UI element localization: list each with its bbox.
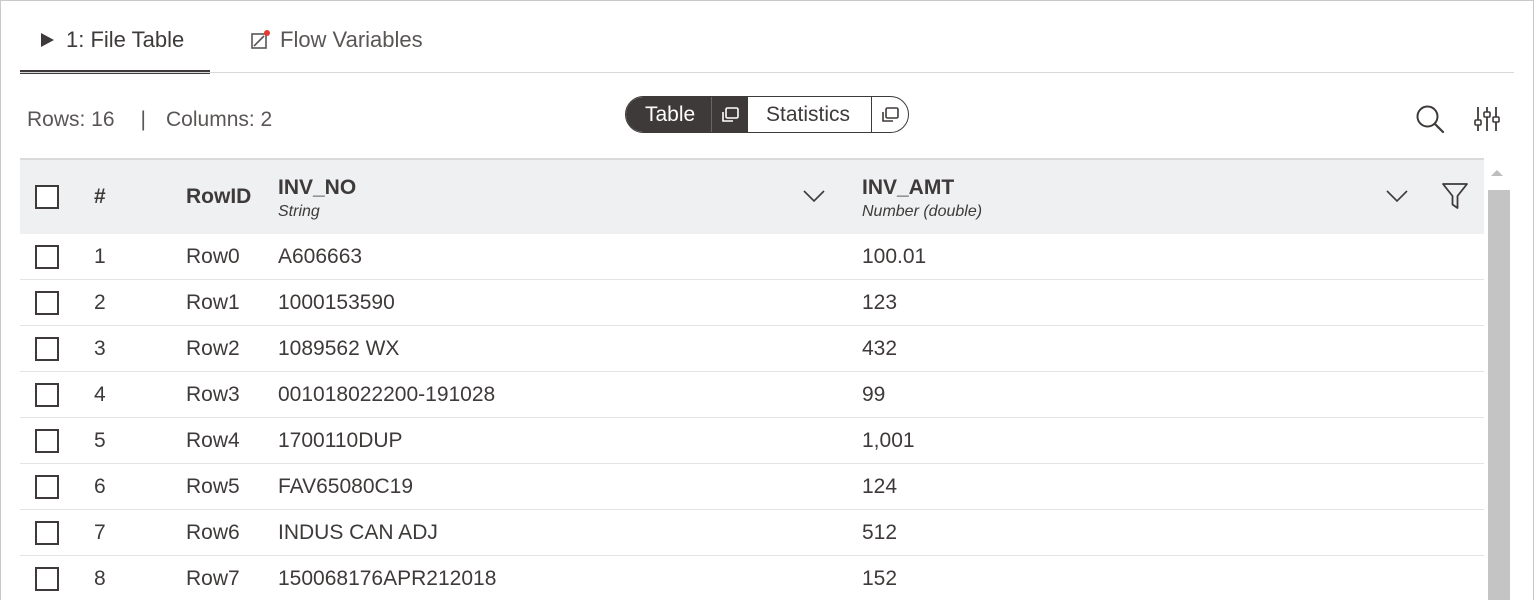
row-number: 4	[94, 382, 106, 406]
table-row[interactable]: 2 Row1 1000153590 123	[20, 280, 1484, 326]
row-id: Row1	[186, 290, 240, 314]
cell-inv-no[interactable]: 1000153590	[278, 280, 395, 325]
column-type: String	[278, 202, 320, 220]
statistics-view-button[interactable]: Statistics	[748, 97, 908, 132]
row-id: Row2	[186, 336, 240, 360]
search-icon	[1415, 104, 1445, 139]
tab-label: Flow Variables	[280, 27, 423, 52]
table-row[interactable]: 8 Row7 150068176APR212018 152	[20, 556, 1484, 600]
row-checkbox[interactable]	[35, 520, 59, 545]
row-id: Row5	[186, 474, 240, 498]
row-checkbox[interactable]	[35, 428, 59, 453]
table-view-button[interactable]: Table	[626, 97, 748, 132]
select-all-checkbox[interactable]	[35, 185, 59, 209]
table-row[interactable]: 6 Row5 FAV65080C19 124	[20, 464, 1484, 510]
row-checkbox-cell	[35, 280, 61, 325]
chevron-down-icon	[802, 189, 826, 208]
row-id: Row4	[186, 428, 240, 452]
header-checkbox-cell	[35, 160, 61, 234]
cell-inv-no[interactable]: FAV65080C19	[278, 464, 413, 509]
tab-divider	[20, 72, 1514, 73]
tab-file-table[interactable]: 1: File Table	[36, 22, 184, 58]
statistics-view-label: Statistics	[766, 102, 851, 126]
row-number: 3	[94, 336, 106, 360]
row-checkbox[interactable]	[35, 244, 59, 269]
search-button[interactable]	[1414, 104, 1446, 138]
open-in-window-icon[interactable]	[871, 97, 908, 132]
filter-icon	[1441, 181, 1469, 216]
column-type: Number (double)	[862, 202, 983, 220]
row-number: 8	[94, 566, 106, 590]
header-rowid[interactable]: RowID	[186, 160, 251, 234]
chevron-down-icon	[1385, 189, 1409, 208]
cell-inv-amt[interactable]: 512	[862, 510, 897, 555]
row-checkbox-cell	[35, 510, 61, 555]
filter-button[interactable]	[1438, 180, 1472, 216]
columns-count: Columns: 2	[166, 108, 273, 131]
data-table: # RowID INV_NO String INV_AMT Number (do…	[20, 158, 1484, 600]
cell-inv-amt[interactable]: 432	[862, 326, 897, 371]
row-checkbox-cell	[35, 464, 61, 509]
rows-count: Rows: 16	[27, 108, 115, 131]
column-name: INV_NO	[278, 175, 357, 199]
row-number: 7	[94, 520, 106, 544]
inv-no-dropdown[interactable]	[800, 184, 828, 212]
cell-inv-amt[interactable]: 100.01	[862, 234, 926, 279]
row-checkbox[interactable]	[35, 566, 59, 591]
play-triangle-icon	[36, 29, 58, 51]
cell-inv-amt[interactable]: 99	[862, 372, 885, 417]
scroll-up-arrow[interactable]	[1487, 166, 1507, 180]
open-in-window-icon[interactable]	[711, 97, 748, 132]
row-checkbox-cell	[35, 556, 61, 600]
table-row[interactable]: 4 Row3 001018022200-191028 99	[20, 372, 1484, 418]
column-name: INV_AMT	[862, 175, 955, 199]
row-number: 6	[94, 474, 106, 498]
table-row[interactable]: 7 Row6 INDUS CAN ADJ 512	[20, 510, 1484, 556]
row-checkbox-cell	[35, 234, 61, 279]
cell-inv-amt[interactable]: 124	[862, 464, 897, 509]
row-number: 5	[94, 428, 106, 452]
cell-inv-amt[interactable]: 1,001	[862, 418, 915, 463]
row-number: 1	[94, 244, 106, 268]
row-id: Row7	[186, 566, 240, 590]
cell-inv-no[interactable]: A606663	[278, 234, 362, 279]
inv-amt-dropdown[interactable]	[1383, 184, 1411, 212]
table-header: # RowID INV_NO String INV_AMT Number (do…	[20, 158, 1484, 234]
row-id: Row6	[186, 520, 240, 544]
info-separator: |	[140, 108, 147, 131]
view-toggle: Table Statistics	[625, 96, 909, 133]
row-checkbox[interactable]	[35, 290, 59, 315]
table-info: Rows: 16 | Columns: 2	[27, 104, 272, 136]
row-checkbox[interactable]	[35, 382, 59, 407]
flow-variable-icon	[250, 29, 272, 51]
row-checkbox-cell	[35, 326, 61, 371]
cell-inv-amt[interactable]: 152	[862, 556, 897, 600]
table-row[interactable]: 3 Row2 1089562 WX 432	[20, 326, 1484, 372]
header-inv-amt[interactable]: INV_AMT Number (double)	[862, 160, 982, 236]
row-id: Row3	[186, 382, 240, 406]
tab-label: 1: File Table	[66, 27, 185, 52]
table-view-label: Table	[645, 102, 696, 126]
cell-inv-no[interactable]: 1700110DUP	[278, 418, 403, 463]
row-checkbox-cell	[35, 372, 61, 417]
cell-inv-amt[interactable]: 123	[862, 280, 897, 325]
table-settings-button[interactable]	[1471, 104, 1503, 138]
header-num: #	[94, 185, 106, 208]
sliders-icon	[1473, 105, 1501, 138]
row-checkbox[interactable]	[35, 336, 59, 361]
header-inv-no[interactable]: INV_NO String	[278, 160, 356, 236]
table-row[interactable]: 1 Row0 A606663 100.01	[20, 234, 1484, 280]
row-number: 2	[94, 290, 106, 314]
vertical-scrollbar-thumb[interactable]	[1488, 190, 1510, 600]
cell-inv-no[interactable]: 001018022200-191028	[278, 372, 495, 417]
row-checkbox-cell	[35, 418, 61, 463]
cell-inv-no[interactable]: 1089562 WX	[278, 326, 399, 371]
cell-inv-no[interactable]: INDUS CAN ADJ	[278, 510, 438, 555]
row-id: Row0	[186, 244, 240, 268]
row-checkbox[interactable]	[35, 474, 59, 499]
tab-flow-variables[interactable]: Flow Variables	[250, 22, 423, 58]
tab-bar: 1: File Table Flow Variables	[20, 0, 1514, 74]
table-row[interactable]: 5 Row4 1700110DUP 1,001	[20, 418, 1484, 464]
cell-inv-no[interactable]: 150068176APR212018	[278, 556, 496, 600]
